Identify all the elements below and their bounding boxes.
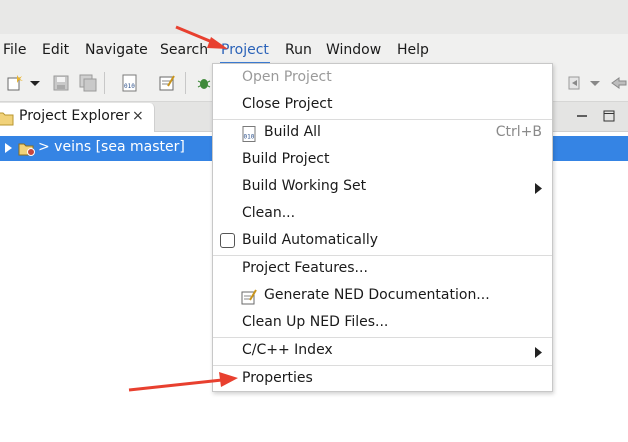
annotation-arrow-properties [128, 372, 238, 392]
annotation-arrow-menu [175, 25, 228, 49]
annotation-arrows [128, 25, 238, 392]
